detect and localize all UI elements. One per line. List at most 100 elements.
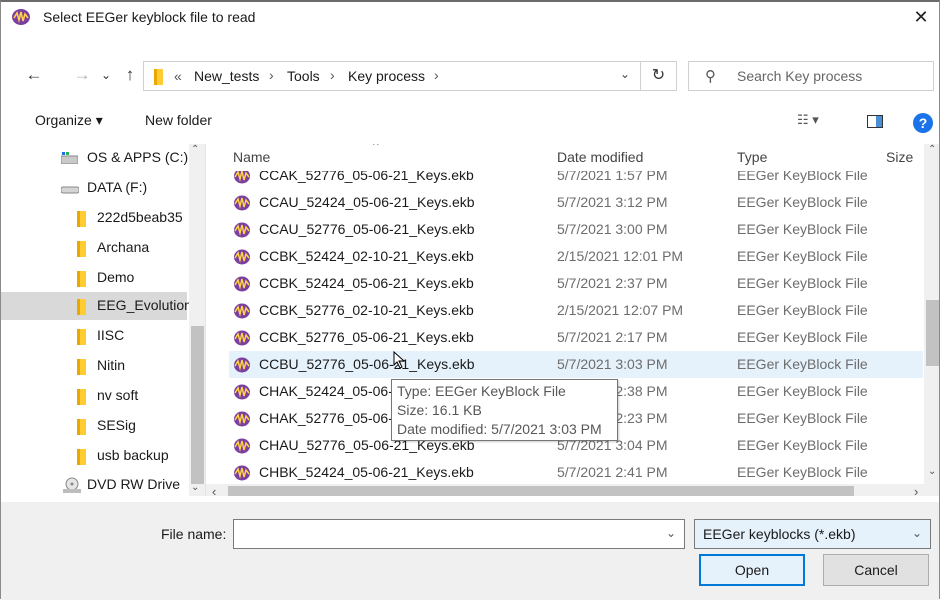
column-header-type[interactable]: Type <box>737 149 767 165</box>
refresh-icon[interactable]: ↻ <box>641 61 677 91</box>
ekb-file-icon <box>234 330 250 346</box>
up-arrow-icon[interactable]: ↑ <box>119 64 141 86</box>
filter-dropdown-chevron-icon[interactable]: ⌄ <box>912 526 922 540</box>
ekb-file-icon <box>234 384 250 400</box>
address-bar[interactable]: « New_tests › Tools › Key process › ⌄ <box>143 61 641 91</box>
file-name-dropdown-chevron-icon[interactable]: ⌄ <box>666 526 676 540</box>
file-name: CCBK_52424_02-10-21_Keys.ekb <box>259 248 474 264</box>
breadcrumb-key-process[interactable]: Key process <box>348 68 425 84</box>
close-icon[interactable]: ✕ <box>903 2 939 32</box>
breadcrumb-separator-icon[interactable]: › <box>434 67 439 83</box>
folder-icon <box>77 299 86 315</box>
file-date-modified: 5/7/2021 3:00 PM <box>557 221 668 237</box>
folder-icon <box>77 211 86 227</box>
navigation-bar: ← → ⌄ ↑ « New_tests › Tools › Key proces… <box>1 58 939 94</box>
folder-icon <box>77 449 86 465</box>
file-date-modified: 5/7/2021 3:12 PM <box>557 194 668 210</box>
column-header-size[interactable]: Size <box>886 149 913 165</box>
scroll-right-chevron-icon[interactable]: › <box>914 484 918 496</box>
file-name-input[interactable]: ⌄ <box>233 519 685 549</box>
scrollbar-thumb[interactable] <box>191 326 204 484</box>
file-row[interactable]: CCBU_52776_05-06-21_Keys.ekb 5/7/2021 3:0… <box>229 351 923 378</box>
folder-icon <box>77 329 86 345</box>
search-icon: ⚲ <box>705 68 716 85</box>
breadcrumb-separator-icon[interactable]: › <box>269 67 274 83</box>
file-row[interactable]: CCBK_52424_05-06-21_Keys.ekb 5/7/2021 2:3… <box>229 270 923 297</box>
column-header-date-modified[interactable]: Date modified <box>557 149 643 165</box>
help-icon[interactable]: ? <box>913 113 933 133</box>
column-header-name[interactable]: Name <box>233 149 270 165</box>
file-name: CCAU_52776_05-06-21_Keys.ekb <box>259 221 475 237</box>
file-list-vertical-scrollbar[interactable]: ⌃ ⌄ <box>924 144 939 484</box>
sidebar-item-label: IISC <box>97 327 125 343</box>
ekb-file-icon <box>234 465 250 481</box>
file-type-filter-select[interactable]: EEGer keyblocks (*.ekb) ⌄ <box>694 519 931 549</box>
search-box[interactable]: ⚲ Search Key process <box>688 61 934 91</box>
file-row[interactable]: CCAK_52776_05-06-21_Keys.ekb 5/7/2021 1:5… <box>229 171 923 189</box>
file-row[interactable]: CCBK_52424_02-10-21_Keys.ekb 2/15/2021 12… <box>229 243 923 270</box>
scroll-up-chevron-icon[interactable]: ⌃ <box>928 144 936 155</box>
file-name: CCBK_52424_05-06-21_Keys.ekb <box>259 275 474 291</box>
file-date-modified: 5/7/2021 2:37 PM <box>557 275 668 291</box>
file-name: CCAU_52424_05-06-21_Keys.ekb <box>259 194 475 210</box>
scroll-down-chevron-icon[interactable]: ⌄ <box>191 482 199 493</box>
breadcrumb-separator-icon[interactable]: › <box>330 67 335 83</box>
file-type: EEGer KeyBlock File <box>737 410 868 426</box>
breadcrumb-overflow-icon[interactable]: « <box>174 68 182 84</box>
back-arrow-icon[interactable]: ← <box>23 64 45 86</box>
scrollbar-thumb[interactable] <box>228 486 854 496</box>
sidebar-item-label: DVD RW Drive <box>87 476 181 492</box>
file-row[interactable]: CCBK_52776_02-10-21_Keys.ekb 2/15/2021 12… <box>229 297 923 324</box>
command-bar: Organize ▾ New folder ☷ ▾ ? <box>1 106 939 138</box>
sidebar-item-eeg-evolution[interactable]: EEG_Evolution <box>1 292 192 320</box>
sidebar-item-sesig[interactable]: SESig <box>1 412 187 440</box>
organize-menu-button[interactable]: Organize ▾ <box>35 112 103 129</box>
file-list-horizontal-scrollbar[interactable]: ‹ › <box>206 484 939 496</box>
sidebar-item-nv-soft[interactable]: nv soft <box>1 382 187 410</box>
scroll-down-chevron-icon[interactable]: ⌄ <box>928 466 936 477</box>
tooltip-size: Size: 16.1 KB <box>397 402 482 418</box>
file-type: EEGer KeyBlock File <box>737 437 868 453</box>
sidebar-item-usb-backup[interactable]: usb backup <box>1 442 187 470</box>
sidebar-item-222d5beab35[interactable]: 222d5beab35 <box>1 204 187 232</box>
file-row[interactable]: CCAU_52776_05-06-21_Keys.ekb 5/7/2021 3:0… <box>229 216 923 243</box>
sidebar-item-label: Archana <box>97 239 150 255</box>
search-placeholder: Search Key process <box>737 68 863 84</box>
cancel-button[interactable]: Cancel <box>823 554 929 586</box>
file-date-modified: 5/7/2021 2:41 PM <box>557 464 668 480</box>
breadcrumb-new-tests[interactable]: New_tests <box>194 68 259 84</box>
sidebar-item-iisc[interactable]: IISC <box>1 322 187 350</box>
new-folder-button[interactable]: New folder <box>145 112 212 128</box>
breadcrumb-tools[interactable]: Tools <box>287 68 320 84</box>
sidebar-item-os-apps-c[interactable]: OS & APPS (C:) <box>1 144 188 172</box>
sort-ascending-icon: ^ <box>373 144 379 152</box>
file-type: EEGer KeyBlock File <box>737 383 868 399</box>
scrollbar-thumb[interactable] <box>926 300 939 366</box>
drive-icon <box>61 186 79 194</box>
file-row[interactable]: CCAU_52424_05-06-21_Keys.ekb 5/7/2021 3:1… <box>229 189 923 216</box>
sidebar-item-label: DATA (F:) <box>87 179 148 195</box>
sidebar-item-nitin[interactable]: Nitin <box>1 352 187 380</box>
sidebar-item-data-f[interactable]: DATA (F:) <box>1 174 187 202</box>
recent-locations-chevron-icon[interactable]: ⌄ <box>95 64 117 86</box>
file-row[interactable]: CHBK_52424_05-06-21_Keys.ekb 5/7/2021 2:4… <box>229 459 923 486</box>
file-row[interactable]: CCBK_52776_05-06-21_Keys.ekb 5/7/2021 2:1… <box>229 324 923 351</box>
address-dropdown-chevron-icon[interactable]: ⌄ <box>620 67 630 81</box>
scroll-left-chevron-icon[interactable]: ‹ <box>212 484 216 496</box>
forward-arrow-icon[interactable]: → <box>71 64 93 86</box>
preview-pane-icon[interactable] <box>867 115 883 128</box>
open-button[interactable]: Open <box>699 554 805 586</box>
file-name: CCBK_52776_05-06-21_Keys.ekb <box>259 329 474 345</box>
sidebar-item-demo[interactable]: Demo <box>1 264 187 292</box>
scroll-up-chevron-icon[interactable]: ⌃ <box>191 144 199 155</box>
sidebar-scrollbar[interactable]: ⌃ ⌄ <box>189 144 205 496</box>
file-list: ^ Name Date modified Type Size CCAK_5277… <box>206 144 939 496</box>
change-view-icon[interactable]: ☷ ▾ <box>797 112 819 128</box>
ekb-file-icon <box>234 438 250 454</box>
file-open-dialog: Select EEGer keyblock file to read ✕ ← →… <box>0 0 940 600</box>
tooltip-date-modified: Date modified: 5/7/2021 3:03 PM <box>397 421 602 437</box>
sidebar-item-label: usb backup <box>97 447 169 463</box>
sidebar-item-dvd-rw-drive[interactable]: DVD RW Drive <box>1 471 187 496</box>
file-info-tooltip: Type: EEGer KeyBlock File Size: 16.1 KB … <box>391 379 618 441</box>
sidebar-item-archana[interactable]: Archana <box>1 234 187 262</box>
